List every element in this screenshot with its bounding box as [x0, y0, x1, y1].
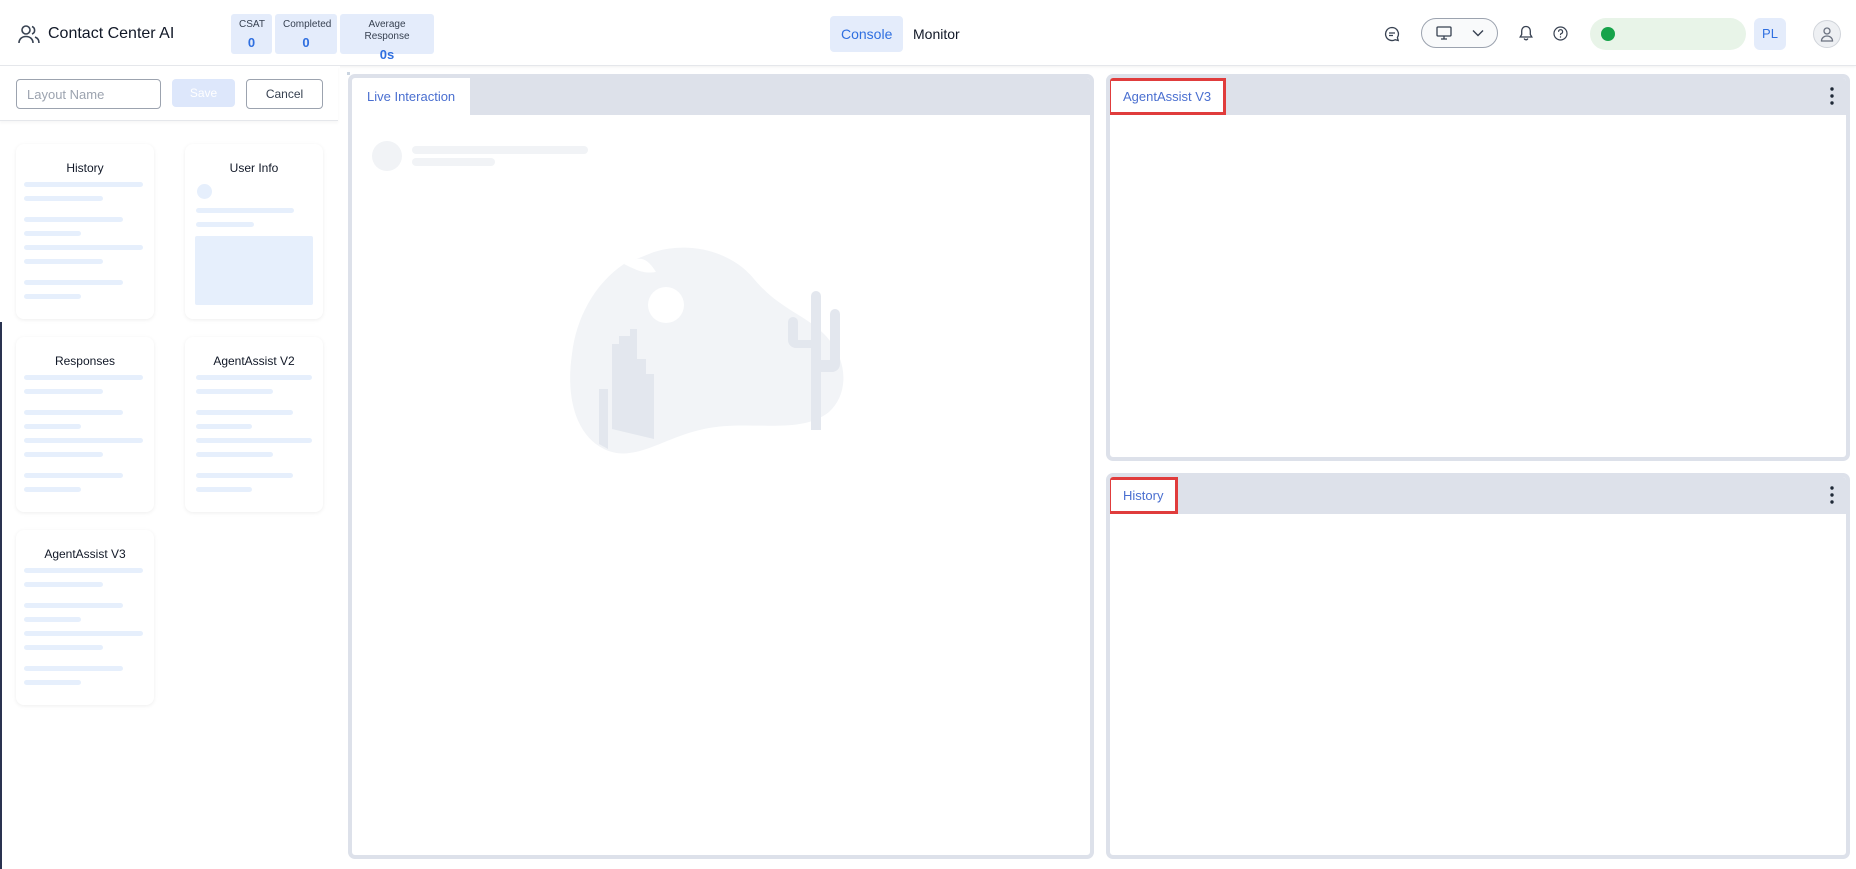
skeleton-line: [24, 487, 81, 492]
empty-state-illustration: [570, 247, 844, 454]
resize-handle[interactable]: [347, 72, 350, 75]
skeleton-line: [24, 666, 123, 671]
skeleton-line: [24, 245, 143, 250]
panel-header: Live Interaction: [352, 78, 1090, 115]
cancel-button[interactable]: Cancel: [246, 79, 323, 109]
panel-live-interaction: Live Interaction: [348, 74, 1094, 859]
skeleton-line: [24, 389, 103, 394]
user-icon: [1820, 27, 1834, 42]
skeleton-line: [24, 617, 81, 622]
skeleton-line: [24, 231, 81, 236]
widget-title: User Info: [229, 161, 279, 175]
skeleton-line: [24, 375, 143, 380]
skeleton-line: [196, 487, 252, 492]
skeleton-line: [24, 645, 103, 650]
skeleton-line: [24, 196, 103, 201]
metric-label: Average Response: [364, 19, 410, 42]
kebab-menu-icon[interactable]: [1824, 84, 1840, 108]
user-initials-badge[interactable]: PL: [1754, 18, 1786, 50]
metrics-bar: CSAT 0 Completed 0 Average Response 0s: [231, 14, 434, 62]
skeleton-line: [412, 158, 495, 166]
kebab-menu-icon[interactable]: [1824, 483, 1840, 507]
tab-live-interaction[interactable]: Live Interaction: [352, 78, 471, 115]
widget-card-agentassist-v2[interactable]: AgentAssist V2: [185, 337, 323, 512]
tab-console[interactable]: Console: [830, 16, 904, 52]
panel-agentassist-v3: AgentAssist V3: [1106, 74, 1850, 461]
monitor-icon: [1436, 26, 1452, 40]
metric-completed: Completed 0: [275, 14, 337, 54]
skeleton-line: [196, 222, 254, 227]
widget-title: Responses: [54, 354, 116, 368]
skeleton-line: [24, 680, 81, 685]
tab-history[interactable]: History: [1110, 477, 1179, 514]
skeleton-avatar: [197, 184, 212, 199]
metric-csat: CSAT 0: [231, 14, 272, 54]
layout-editor-sidebar: Save Cancel History User Info Responses: [0, 66, 340, 869]
skeleton-line: [24, 568, 143, 573]
layout-editor-toolbar: Save Cancel: [0, 66, 338, 121]
metric-value: 0s: [379, 47, 395, 62]
metric-label: Completed: [283, 19, 332, 30]
tab-monitor[interactable]: Monitor: [902, 16, 971, 52]
agent-status-toggle[interactable]: [1590, 18, 1746, 50]
widget-title: AgentAssist V2: [213, 354, 295, 368]
skeleton-line: [196, 473, 293, 478]
contacts-icon: [18, 25, 40, 44]
skeleton-line: [24, 280, 123, 285]
widget-card-responses[interactable]: Responses: [16, 337, 154, 512]
status-dot: [1601, 27, 1615, 41]
metric-average-response: Average Response 0s: [340, 14, 434, 62]
layout-name-input[interactable]: [16, 79, 161, 109]
save-button[interactable]: Save: [172, 79, 235, 107]
panel-history: History: [1106, 473, 1850, 859]
skeleton-line: [196, 424, 252, 429]
bell-icon[interactable]: [1519, 25, 1533, 41]
skeleton-line: [24, 294, 81, 299]
skeleton-line: [412, 146, 588, 154]
help-icon[interactable]: [1553, 26, 1568, 41]
skeleton-line: [196, 375, 312, 380]
skeleton-line: [24, 631, 143, 636]
chevron-down-icon: [1472, 30, 1484, 37]
skeleton-line: [24, 182, 143, 187]
widget-title: AgentAssist V3: [44, 547, 126, 561]
metric-label: CSAT: [239, 19, 265, 30]
app-title: Contact Center AI: [48, 25, 175, 42]
widget-card-user-info[interactable]: User Info: [185, 144, 323, 319]
chat-search-icon[interactable]: [1384, 26, 1400, 42]
skeleton-line: [196, 389, 273, 394]
skeleton-line: [24, 473, 123, 478]
panel-header: AgentAssist V3: [1110, 78, 1846, 115]
widget-card-history[interactable]: History: [16, 144, 154, 319]
skeleton-line: [24, 217, 123, 222]
skeleton-line: [196, 208, 294, 213]
avatar[interactable]: [1813, 20, 1841, 48]
skeleton-line: [24, 259, 103, 264]
skeleton-avatar: [372, 141, 402, 171]
panel-header: History: [1110, 477, 1846, 514]
skeleton-line: [196, 410, 293, 415]
skeleton-line: [24, 438, 143, 443]
skeleton-line: [24, 582, 103, 587]
sidebar-edge: [0, 322, 2, 869]
widget-title: History: [66, 161, 104, 175]
skeleton-line: [24, 410, 123, 415]
tab-agentassist-v3[interactable]: AgentAssist V3: [1110, 78, 1227, 115]
metric-value: 0: [302, 35, 310, 50]
skeleton-line: [24, 424, 81, 429]
skeleton-line: [24, 603, 123, 608]
skeleton-line: [196, 438, 312, 443]
skeleton-line: [24, 452, 103, 457]
skeleton-line: [196, 452, 273, 457]
device-select[interactable]: [1421, 18, 1498, 48]
widget-card-agentassist-v3[interactable]: AgentAssist V3: [16, 530, 154, 705]
metric-value: 0: [247, 35, 256, 50]
skeleton-block: [195, 236, 313, 305]
top-bar: Contact Center AI CSAT 0 Completed 0 Ave…: [0, 0, 1856, 66]
